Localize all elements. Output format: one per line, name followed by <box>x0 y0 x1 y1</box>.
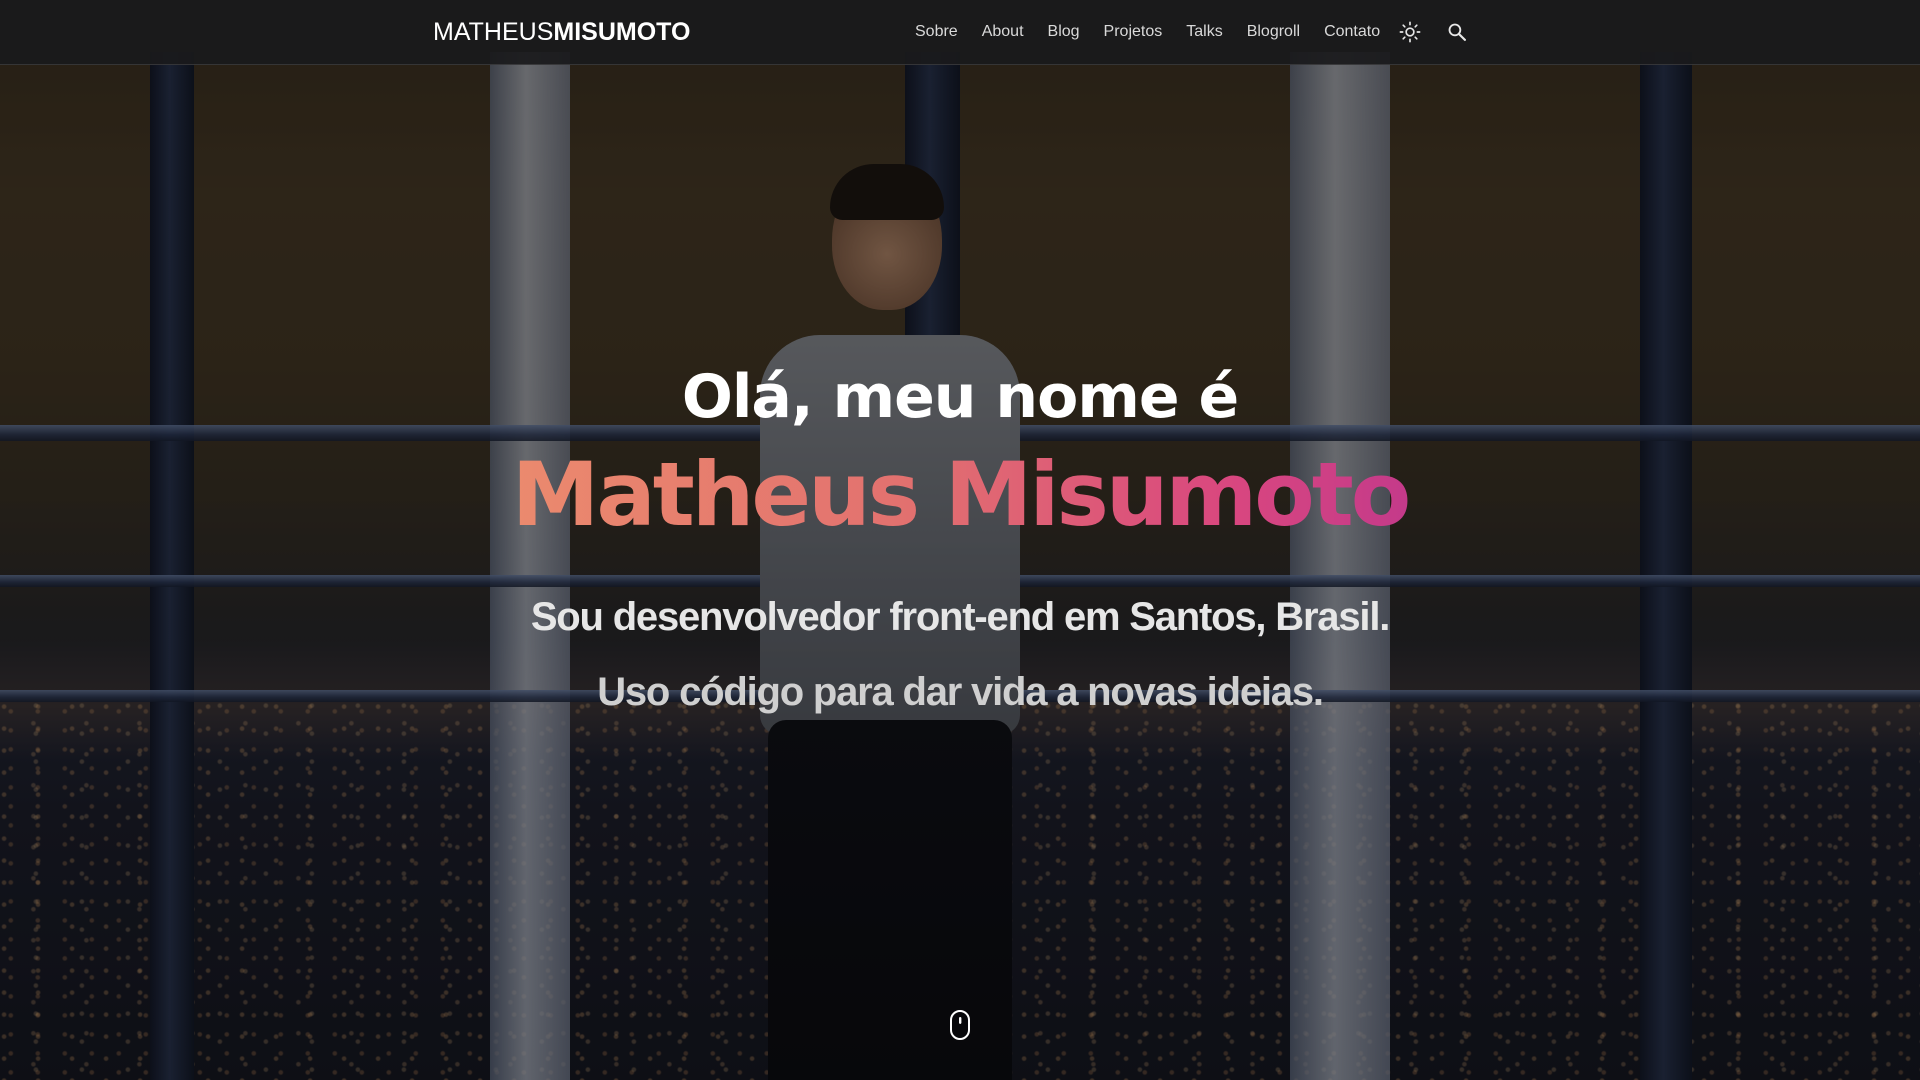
hero-tagline-role: Sou desenvolvedor front-end em Santos, B… <box>530 595 1391 639</box>
sun-icon <box>1399 21 1421 43</box>
hero-name-text: Matheus Misumoto <box>511 443 1411 546</box>
nav-item: About <box>970 0 1036 64</box>
hero-tagline-mission: Uso código para dar vida a novas ideias. <box>597 670 1324 714</box>
nav-item: Talks <box>1174 0 1234 64</box>
nav-link-talks[interactable]: Talks <box>1174 0 1234 64</box>
nav-link-contato[interactable]: Contato <box>1312 0 1392 64</box>
scroll-down-button[interactable] <box>949 1009 971 1041</box>
search-button[interactable] <box>1444 19 1470 45</box>
site-logo[interactable]: MATHEUSMISUMOTO <box>433 14 690 50</box>
nav-item: Blog <box>1036 0 1092 64</box>
nav-link-projetos[interactable]: Projetos <box>1092 0 1175 64</box>
main-nav: Sobre About Blog Projetos Talks Blogroll… <box>905 0 1392 64</box>
logo-first-name: MATHEUS <box>433 18 554 46</box>
theme-toggle-button[interactable] <box>1397 19 1423 45</box>
nav-link-blog[interactable]: Blog <box>1036 0 1092 64</box>
nav-link-sobre[interactable]: Sobre <box>905 0 970 64</box>
nav-item: Projetos <box>1092 0 1175 64</box>
nav-item: Blogroll <box>1235 0 1312 64</box>
search-icon <box>1448 23 1466 42</box>
hero-name: Matheus Misumoto <box>0 440 1920 550</box>
page: MATHEUSMISUMOTO Sobre About Blog Projeto… <box>0 0 1920 1080</box>
logo-last-name: MISUMOTO <box>553 18 691 46</box>
hero-greeting: Olá, meu nome é <box>681 362 1239 432</box>
nav-link-blogroll[interactable]: Blogroll <box>1235 0 1312 64</box>
nav-link-about[interactable]: About <box>970 0 1036 64</box>
mouse-scroll-icon <box>950 1010 970 1040</box>
navbar: MATHEUSMISUMOTO Sobre About Blog Projeto… <box>0 0 1920 65</box>
nav-item: Contato <box>1312 0 1392 64</box>
nav-item: Sobre <box>905 0 970 64</box>
